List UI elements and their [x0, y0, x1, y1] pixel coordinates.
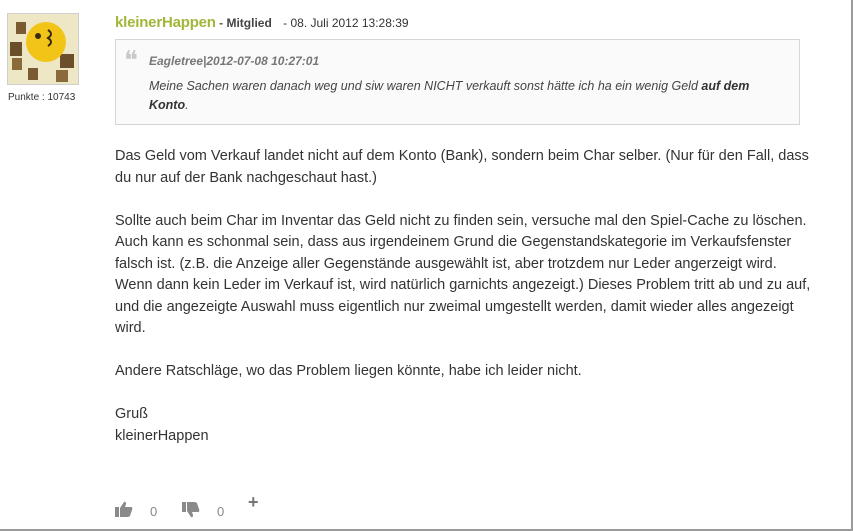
dislike-count: 0 [217, 504, 225, 519]
quote-block: ❝ Eagletree|2012-07-08 10:27:01 Meine Sa… [115, 39, 800, 125]
quote-text-end: . [185, 98, 189, 112]
user-points: Punkte : 10743 [8, 92, 76, 103]
quote-icon: ❝ [124, 46, 138, 76]
post-body: Das Geld vom Verkauf landet nicht auf de… [115, 146, 815, 447]
post-date: - 08. Juli 2012 13:28:39 [283, 16, 409, 30]
post-greeting: Gruß [115, 406, 149, 422]
author-link[interactable]: kleinerHappen [115, 14, 216, 31]
header-separator: - [219, 16, 224, 30]
post-paragraph: Sollte auch beim Char im Inventar das Ge… [115, 212, 811, 337]
quote-text-part: Meine Sachen waren danach weg und siw wa… [149, 79, 702, 93]
post-paragraph: Andere Ratschläge, wo das Problem liegen… [115, 363, 582, 379]
post-paragraph: Das Geld vom Verkauf landet nicht auf de… [115, 148, 809, 186]
like-count: 0 [150, 504, 158, 519]
thumbs-up-icon[interactable] [115, 501, 133, 520]
quote-text: Meine Sachen waren danach weg und siw wa… [149, 77, 769, 115]
post-signature: kleinerHappen [115, 427, 209, 444]
avatar-image [8, 14, 78, 84]
thumbs-down-icon[interactable] [182, 502, 200, 521]
user-rank: Mitglied [226, 16, 272, 30]
post-header: kleinerHappen - Mitglied - 08. Juli 2012… [115, 14, 409, 31]
add-reaction-button[interactable]: + [248, 492, 259, 513]
quote-author[interactable]: Eagletree|2012-07-08 10:27:01 [149, 54, 319, 68]
avatar[interactable] [7, 13, 79, 85]
